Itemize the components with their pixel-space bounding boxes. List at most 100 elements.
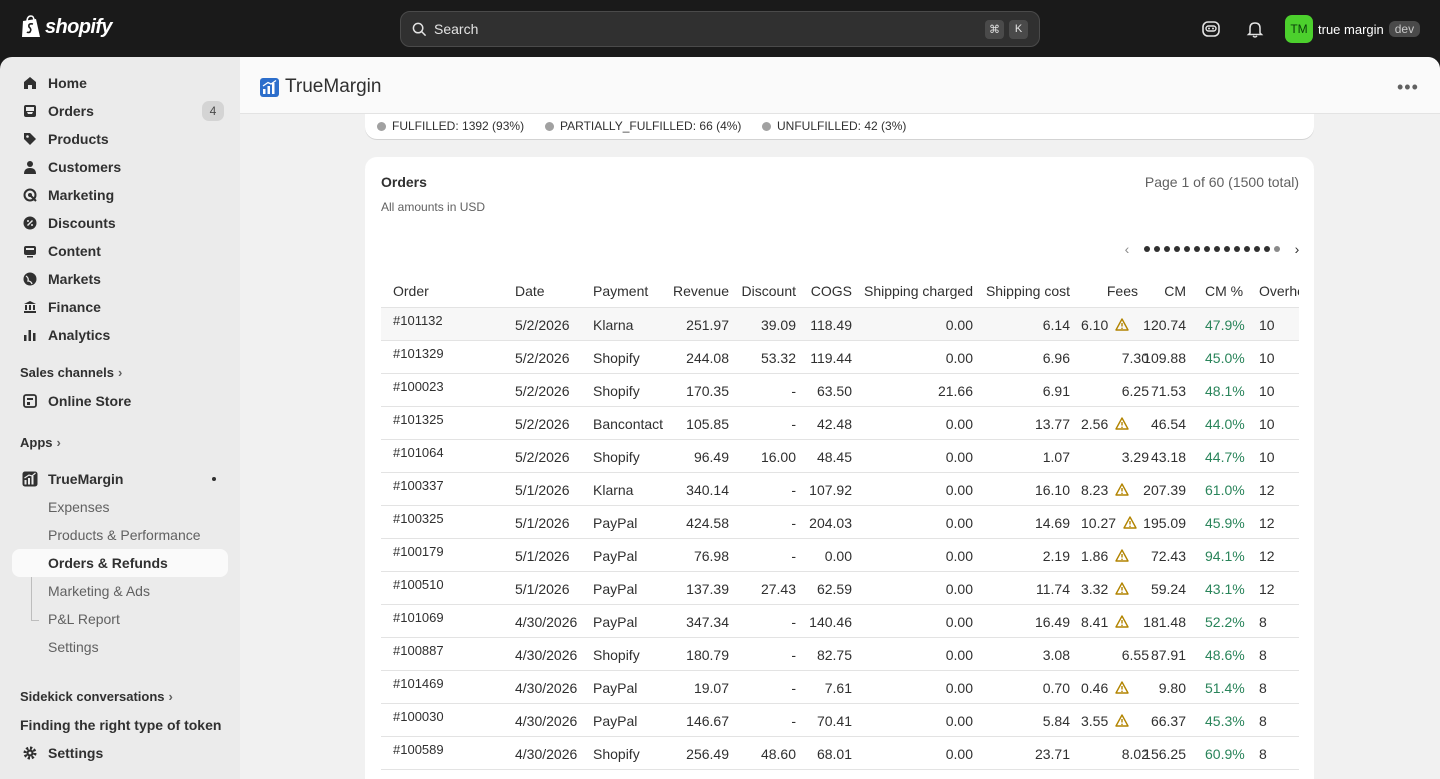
table-row[interactable]: #101329 5/2/2026 Shopify 244.08 53.32 119.44 0… bbox=[381, 341, 1299, 374]
sidebar-item-settings[interactable]: Settings bbox=[12, 739, 228, 767]
sidebar-item-finance[interactable]: Finance bbox=[12, 293, 228, 321]
page-dot[interactable] bbox=[1184, 246, 1190, 252]
chevron-right-icon[interactable]: › bbox=[1290, 241, 1304, 257]
cell-order[interactable]: #101469 bbox=[393, 676, 444, 691]
warning-icon[interactable] bbox=[1115, 549, 1129, 562]
fees-value: 6.10 bbox=[1081, 317, 1109, 333]
table-row[interactable]: #100589 4/30/2026 Shopify 256.49 48.60 68.01 0… bbox=[381, 737, 1299, 770]
page-dot[interactable] bbox=[1264, 246, 1270, 252]
cell-order[interactable]: #100887 bbox=[393, 643, 444, 658]
sidebar-item-analytics[interactable]: Analytics bbox=[12, 321, 228, 349]
sidebar-item-discounts[interactable]: Discounts bbox=[12, 209, 228, 237]
sidebar-sub-settings[interactable]: Settings bbox=[12, 633, 228, 661]
sidebar-item-products[interactable]: Products bbox=[12, 125, 228, 153]
sidebar-sub-orders-refunds[interactable]: Orders & Refunds bbox=[12, 549, 228, 577]
page-dot[interactable] bbox=[1194, 246, 1200, 252]
sidebar-item-content[interactable]: Content bbox=[12, 237, 228, 265]
page-dot[interactable] bbox=[1244, 246, 1250, 252]
table-row[interactable]: #101069 4/30/2026 PayPal 347.34 -140.46 0.00 1… bbox=[381, 605, 1299, 638]
warning-icon[interactable] bbox=[1115, 615, 1129, 628]
sidebar-item-marketing[interactable]: Marketing bbox=[12, 181, 228, 209]
col-header-shipping-charged[interactable]: Shipping charged bbox=[864, 283, 973, 299]
warning-icon[interactable] bbox=[1115, 417, 1129, 430]
page-dot[interactable] bbox=[1224, 246, 1230, 252]
col-header-cogs[interactable]: COGS bbox=[811, 283, 852, 299]
table-row[interactable]: #101469 4/30/2026 PayPal 19.07 - 7.61 0.00 0.70… bbox=[381, 671, 1299, 704]
table-row[interactable]: #101064 5/2/2026 Shopify 96.49 16.00 48.45 0.0… bbox=[381, 440, 1299, 473]
col-header-discount[interactable]: Discount bbox=[742, 283, 796, 299]
cell-order[interactable]: #101132 bbox=[393, 313, 443, 328]
sidekick-conversations-header[interactable]: Sidekick conversations › bbox=[20, 689, 173, 704]
table-row[interactable]: #101132 5/2/2026 Klarna 251.97 39.09 118.49 0.… bbox=[381, 308, 1299, 341]
col-header-date[interactable]: Date bbox=[515, 283, 545, 299]
page-dot[interactable] bbox=[1174, 246, 1180, 252]
warning-icon[interactable] bbox=[1115, 483, 1129, 496]
warning-icon[interactable] bbox=[1123, 516, 1137, 529]
col-header-overhead[interactable]: Overhe bbox=[1259, 283, 1299, 299]
cell-order[interactable]: #100589 bbox=[393, 742, 444, 757]
sidebar-item-online-store[interactable]: Online Store bbox=[12, 387, 228, 415]
table-row[interactable]: #100179 5/1/2026 PayPal 76.98 - 0.00 0.00 2.19 7… bbox=[381, 539, 1299, 572]
sales-channels-header[interactable]: Sales channels › bbox=[20, 365, 122, 380]
page-dot[interactable] bbox=[1214, 246, 1220, 252]
sidebar-item-truemargin[interactable]: TrueMargin bbox=[12, 465, 228, 493]
shopify-logo[interactable]: shopify bbox=[20, 15, 113, 39]
sidebar-sub-marketing-ads[interactable]: Marketing & Ads bbox=[12, 577, 228, 605]
sidebar-item-label: TrueMargin bbox=[48, 471, 124, 487]
cell-order[interactable]: #101069 bbox=[393, 610, 444, 625]
store-menu[interactable]: TM true margin dev bbox=[1285, 15, 1421, 43]
cell-overhead: 12 bbox=[1259, 482, 1275, 498]
warning-icon[interactable] bbox=[1115, 318, 1129, 331]
sidebar-sub-products-performance[interactable]: Products & Performance bbox=[12, 521, 228, 549]
sidekick-conversation-item[interactable]: Finding the right type of token bbox=[20, 717, 221, 733]
bell-icon[interactable] bbox=[1245, 19, 1265, 39]
table-row[interactable]: #100023 5/2/2026 Shopify 170.35 - 63.50 21.66 6… bbox=[381, 374, 1299, 407]
sidebar-sub-label: Marketing & Ads bbox=[48, 583, 150, 599]
col-header-revenue[interactable]: Revenue bbox=[673, 283, 729, 299]
table-row[interactable]: #101325 5/2/2026 Bancontact 105.85 - 42.48 0.0… bbox=[381, 407, 1299, 440]
page-dot[interactable] bbox=[1234, 246, 1240, 252]
sidebar-item-orders[interactable]: Orders 4 bbox=[12, 97, 228, 125]
table-row[interactable]: #100337 5/1/2026 Klarna 340.14 -107.92 0.00 16… bbox=[381, 473, 1299, 506]
sidebar-sub-expenses[interactable]: Expenses bbox=[12, 493, 228, 521]
sidebar-item-customers[interactable]: Customers bbox=[12, 153, 228, 181]
col-header-fees[interactable]: Fees bbox=[1107, 283, 1138, 299]
col-header-shipping-cost[interactable]: Shipping cost bbox=[986, 283, 1070, 299]
page-dot[interactable] bbox=[1204, 246, 1210, 252]
cell-order[interactable]: #100337 bbox=[393, 478, 444, 493]
table-row[interactable]: #100887 4/30/2026 Shopify 180.79 - 82.75 0.00 3… bbox=[381, 638, 1299, 671]
page-dot[interactable] bbox=[1274, 246, 1280, 252]
cell-order[interactable]: #101064 bbox=[393, 445, 444, 460]
cell-date: 5/2/2026 bbox=[515, 416, 570, 432]
chevron-left-icon[interactable]: ‹ bbox=[1120, 241, 1134, 257]
table-row[interactable]: #100510 5/1/2026 PayPal 137.39 27.43 62.59 0.0… bbox=[381, 572, 1299, 605]
sidebar-item-home[interactable]: Home bbox=[12, 69, 228, 97]
col-header-payment[interactable]: Payment bbox=[593, 283, 648, 299]
search-bar[interactable]: Search ⌘ K bbox=[400, 11, 1040, 47]
page-dot[interactable] bbox=[1254, 246, 1260, 252]
col-header-cm-pct[interactable]: CM % bbox=[1205, 283, 1243, 299]
warning-icon[interactable] bbox=[1115, 714, 1129, 727]
page-dot[interactable] bbox=[1164, 246, 1170, 252]
table-row[interactable]: #100325 5/1/2026 PayPal 424.58 -204.03 0.00 14… bbox=[381, 506, 1299, 539]
warning-icon[interactable] bbox=[1115, 582, 1129, 595]
sidebar-sub-pl-report[interactable]: P&L Report bbox=[12, 605, 228, 633]
table-row[interactable]: #100030 4/30/2026 PayPal 146.67 - 70.41 0.00 5.… bbox=[381, 704, 1299, 737]
warning-icon[interactable] bbox=[1115, 681, 1129, 694]
cell-order[interactable]: #101329 bbox=[393, 346, 444, 361]
page-dot[interactable] bbox=[1144, 246, 1150, 252]
cell-order[interactable]: #100023 bbox=[393, 379, 444, 394]
cell-order[interactable]: #100179 bbox=[393, 544, 444, 559]
cell-order[interactable]: #100325 bbox=[393, 511, 444, 526]
cell-order[interactable]: #101325 bbox=[393, 412, 444, 427]
cell-order[interactable]: #100030 bbox=[393, 709, 444, 724]
cell-fees: 2.56 bbox=[1081, 416, 1129, 432]
sidebar-item-markets[interactable]: Markets bbox=[12, 265, 228, 293]
apps-header[interactable]: Apps › bbox=[20, 435, 61, 450]
sidekick-icon[interactable] bbox=[1201, 19, 1221, 39]
col-header-order[interactable]: Order bbox=[393, 283, 429, 299]
page-dot[interactable] bbox=[1154, 246, 1160, 252]
more-actions-icon[interactable]: ••• bbox=[1397, 77, 1419, 98]
col-header-cm[interactable]: CM bbox=[1164, 283, 1186, 299]
cell-order[interactable]: #100510 bbox=[393, 577, 444, 592]
